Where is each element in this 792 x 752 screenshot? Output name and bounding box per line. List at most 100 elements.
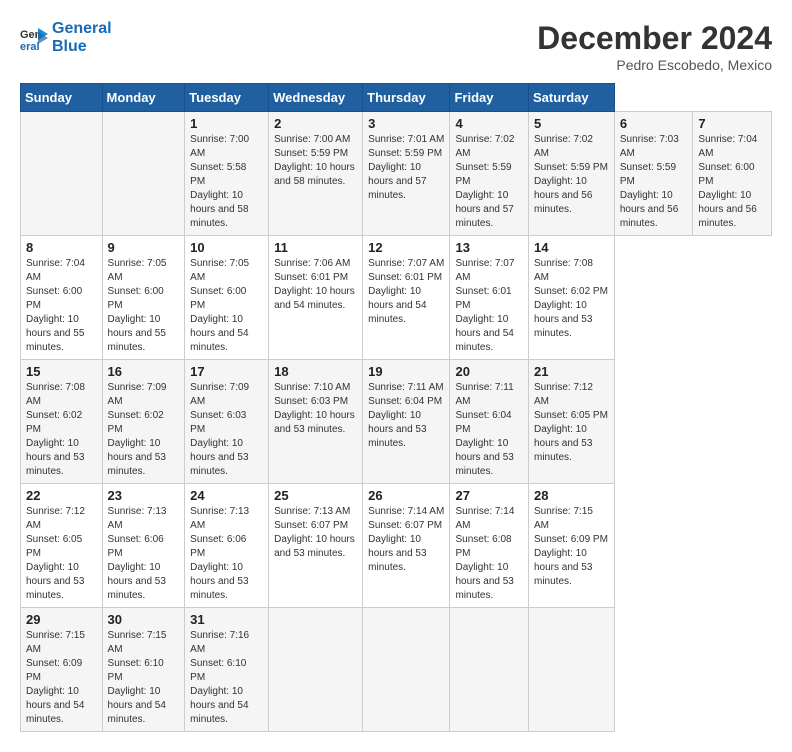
- day-info: Sunrise: 7:16 AM Sunset: 6:10 PM Dayligh…: [190, 629, 263, 727]
- day-number: 23: [108, 488, 180, 503]
- day-info: Sunrise: 7:14 AM Sunset: 6:07 PM Dayligh…: [368, 505, 444, 575]
- day-info: Sunrise: 7:08 AM Sunset: 6:02 PM Dayligh…: [534, 257, 609, 341]
- calendar-cell: 19 Sunrise: 7:11 AM Sunset: 6:04 PM Dayl…: [363, 360, 450, 484]
- calendar-cell: 6 Sunrise: 7:03 AM Sunset: 5:59 PM Dayli…: [614, 112, 693, 236]
- day-info: Sunrise: 7:11 AM Sunset: 6:04 PM Dayligh…: [455, 381, 523, 479]
- calendar-cell: 24 Sunrise: 7:13 AM Sunset: 6:06 PM Dayl…: [185, 484, 269, 608]
- day-info: Sunrise: 7:03 AM Sunset: 5:59 PM Dayligh…: [620, 133, 688, 231]
- calendar-cell: 22 Sunrise: 7:12 AM Sunset: 6:05 PM Dayl…: [21, 484, 103, 608]
- day-number: 3: [368, 116, 444, 131]
- day-info: Sunrise: 7:07 AM Sunset: 6:01 PM Dayligh…: [455, 257, 523, 355]
- title-area: December 2024 Pedro Escobedo, Mexico: [537, 20, 772, 73]
- month-title: December 2024: [537, 20, 772, 57]
- calendar-cell: 26 Sunrise: 7:14 AM Sunset: 6:07 PM Dayl…: [363, 484, 450, 608]
- day-header-thursday: Thursday: [363, 84, 450, 112]
- day-info: Sunrise: 7:02 AM Sunset: 5:59 PM Dayligh…: [534, 133, 609, 217]
- calendar-week-2: 8 Sunrise: 7:04 AM Sunset: 6:00 PM Dayli…: [21, 236, 772, 360]
- day-number: 19: [368, 364, 444, 379]
- day-number: 14: [534, 240, 609, 255]
- day-number: 18: [274, 364, 357, 379]
- calendar-cell: 18 Sunrise: 7:10 AM Sunset: 6:03 PM Dayl…: [269, 360, 363, 484]
- day-number: 29: [26, 612, 97, 627]
- calendar-cell: 7 Sunrise: 7:04 AM Sunset: 6:00 PM Dayli…: [693, 112, 772, 236]
- day-number: 28: [534, 488, 609, 503]
- day-number: 7: [698, 116, 766, 131]
- calendar-cell: [450, 608, 529, 732]
- day-info: Sunrise: 7:00 AM Sunset: 5:58 PM Dayligh…: [190, 133, 263, 231]
- day-info: Sunrise: 7:13 AM Sunset: 6:06 PM Dayligh…: [108, 505, 180, 603]
- day-header-saturday: Saturday: [529, 84, 615, 112]
- calendar-cell: 31 Sunrise: 7:16 AM Sunset: 6:10 PM Dayl…: [185, 608, 269, 732]
- calendar-cell: 4 Sunrise: 7:02 AM Sunset: 5:59 PM Dayli…: [450, 112, 529, 236]
- logo-icon: Gen eral: [20, 24, 48, 52]
- day-info: Sunrise: 7:12 AM Sunset: 6:05 PM Dayligh…: [26, 505, 97, 603]
- day-info: Sunrise: 7:09 AM Sunset: 6:03 PM Dayligh…: [190, 381, 263, 479]
- day-info: Sunrise: 7:12 AM Sunset: 6:05 PM Dayligh…: [534, 381, 609, 465]
- day-number: 20: [455, 364, 523, 379]
- calendar-cell: 10 Sunrise: 7:05 AM Sunset: 6:00 PM Dayl…: [185, 236, 269, 360]
- day-number: 22: [26, 488, 97, 503]
- day-number: 17: [190, 364, 263, 379]
- day-number: 21: [534, 364, 609, 379]
- calendar-cell: 29 Sunrise: 7:15 AM Sunset: 6:09 PM Dayl…: [21, 608, 103, 732]
- calendar: SundayMondayTuesdayWednesdayThursdayFrid…: [20, 83, 772, 732]
- calendar-cell: [102, 112, 185, 236]
- day-header-monday: Monday: [102, 84, 185, 112]
- day-info: Sunrise: 7:15 AM Sunset: 6:10 PM Dayligh…: [108, 629, 180, 727]
- calendar-cell: 11 Sunrise: 7:06 AM Sunset: 6:01 PM Dayl…: [269, 236, 363, 360]
- logo-text-general: General: [52, 20, 112, 37]
- day-number: 30: [108, 612, 180, 627]
- day-number: 31: [190, 612, 263, 627]
- day-info: Sunrise: 7:08 AM Sunset: 6:02 PM Dayligh…: [26, 381, 97, 479]
- day-info: Sunrise: 7:01 AM Sunset: 5:59 PM Dayligh…: [368, 133, 444, 203]
- logo-text-blue: Blue: [52, 38, 112, 56]
- day-number: 27: [455, 488, 523, 503]
- day-info: Sunrise: 7:06 AM Sunset: 6:01 PM Dayligh…: [274, 257, 357, 313]
- calendar-cell: 23 Sunrise: 7:13 AM Sunset: 6:06 PM Dayl…: [102, 484, 185, 608]
- day-number: 15: [26, 364, 97, 379]
- calendar-header-row: SundayMondayTuesdayWednesdayThursdayFrid…: [21, 84, 772, 112]
- day-header-wednesday: Wednesday: [269, 84, 363, 112]
- calendar-cell: 25 Sunrise: 7:13 AM Sunset: 6:07 PM Dayl…: [269, 484, 363, 608]
- day-info: Sunrise: 7:13 AM Sunset: 6:07 PM Dayligh…: [274, 505, 357, 561]
- calendar-week-4: 22 Sunrise: 7:12 AM Sunset: 6:05 PM Dayl…: [21, 484, 772, 608]
- calendar-cell: 27 Sunrise: 7:14 AM Sunset: 6:08 PM Dayl…: [450, 484, 529, 608]
- day-number: 25: [274, 488, 357, 503]
- calendar-cell: 14 Sunrise: 7:08 AM Sunset: 6:02 PM Dayl…: [529, 236, 615, 360]
- day-info: Sunrise: 7:14 AM Sunset: 6:08 PM Dayligh…: [455, 505, 523, 603]
- calendar-cell: 1 Sunrise: 7:00 AM Sunset: 5:58 PM Dayli…: [185, 112, 269, 236]
- calendar-cell: 5 Sunrise: 7:02 AM Sunset: 5:59 PM Dayli…: [529, 112, 615, 236]
- day-info: Sunrise: 7:00 AM Sunset: 5:59 PM Dayligh…: [274, 133, 357, 189]
- calendar-cell: 15 Sunrise: 7:08 AM Sunset: 6:02 PM Dayl…: [21, 360, 103, 484]
- day-number: 6: [620, 116, 688, 131]
- day-info: Sunrise: 7:15 AM Sunset: 6:09 PM Dayligh…: [26, 629, 97, 727]
- day-number: 5: [534, 116, 609, 131]
- day-header-friday: Friday: [450, 84, 529, 112]
- calendar-cell: 28 Sunrise: 7:15 AM Sunset: 6:09 PM Dayl…: [529, 484, 615, 608]
- day-number: 11: [274, 240, 357, 255]
- calendar-cell: 21 Sunrise: 7:12 AM Sunset: 6:05 PM Dayl…: [529, 360, 615, 484]
- day-number: 9: [108, 240, 180, 255]
- day-number: 4: [455, 116, 523, 131]
- day-info: Sunrise: 7:11 AM Sunset: 6:04 PM Dayligh…: [368, 381, 444, 451]
- day-number: 13: [455, 240, 523, 255]
- calendar-cell: [269, 608, 363, 732]
- calendar-cell: [529, 608, 615, 732]
- day-number: 26: [368, 488, 444, 503]
- logo: Gen eral General Blue: [20, 20, 112, 55]
- day-info: Sunrise: 7:07 AM Sunset: 6:01 PM Dayligh…: [368, 257, 444, 327]
- calendar-cell: 30 Sunrise: 7:15 AM Sunset: 6:10 PM Dayl…: [102, 608, 185, 732]
- day-info: Sunrise: 7:04 AM Sunset: 6:00 PM Dayligh…: [698, 133, 766, 231]
- calendar-cell: 9 Sunrise: 7:05 AM Sunset: 6:00 PM Dayli…: [102, 236, 185, 360]
- day-number: 1: [190, 116, 263, 131]
- day-number: 2: [274, 116, 357, 131]
- calendar-cell: 13 Sunrise: 7:07 AM Sunset: 6:01 PM Dayl…: [450, 236, 529, 360]
- day-info: Sunrise: 7:05 AM Sunset: 6:00 PM Dayligh…: [108, 257, 180, 355]
- day-info: Sunrise: 7:04 AM Sunset: 6:00 PM Dayligh…: [26, 257, 97, 355]
- day-header-sunday: Sunday: [21, 84, 103, 112]
- day-info: Sunrise: 7:09 AM Sunset: 6:02 PM Dayligh…: [108, 381, 180, 479]
- calendar-cell: [21, 112, 103, 236]
- calendar-cell: 16 Sunrise: 7:09 AM Sunset: 6:02 PM Dayl…: [102, 360, 185, 484]
- calendar-cell: [363, 608, 450, 732]
- day-info: Sunrise: 7:13 AM Sunset: 6:06 PM Dayligh…: [190, 505, 263, 603]
